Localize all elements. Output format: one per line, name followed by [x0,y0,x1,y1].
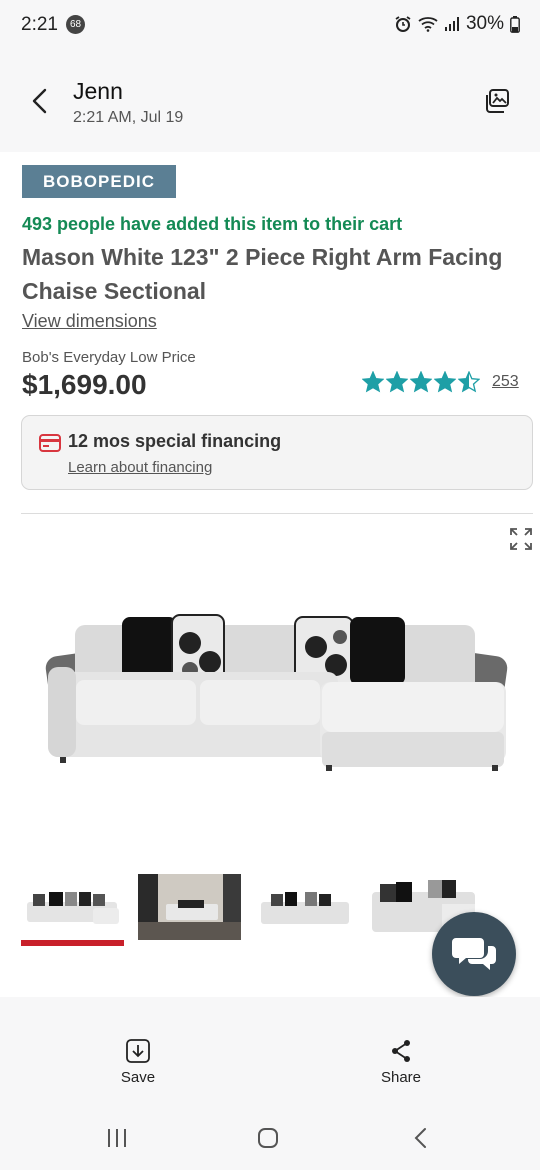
thumbnail-selected-indicator [21,940,124,946]
thumbnail-1[interactable] [21,874,124,940]
divider [21,513,533,514]
thumbnail-2[interactable] [138,874,241,940]
price-label: Bob's Everyday Low Price [22,349,196,366]
star-icon [386,371,408,393]
share-button[interactable]: Share [341,1039,461,1086]
star-icon [362,371,384,393]
review-count-link[interactable]: 253 [492,373,519,391]
brand-logo: BOBOPEDIC [22,165,176,198]
back-arrow-icon[interactable] [26,86,56,116]
view-dimensions-link[interactable]: View dimensions [22,311,157,332]
home-icon[interactable] [257,1127,279,1149]
share-icon [392,1040,410,1062]
chat-bubbles-icon [452,938,496,970]
star-icon [458,371,480,393]
battery-percent: 30% [465,13,504,34]
financing-card[interactable]: 12 mos special financing Learn about fin… [21,415,533,490]
message-timestamp: 2:21 AM, Jul 19 [73,109,184,126]
cart-count-message: 493 people have added this item to their… [22,214,403,234]
save-label: Save [120,1069,156,1086]
message-actions-bar: Save Share [0,997,540,1105]
recent-apps-icon[interactable] [106,1127,128,1149]
product-price: $1,699.00 [22,369,147,400]
share-label: Share [380,1069,422,1086]
chat-button[interactable] [432,912,516,996]
notification-count-badge: 68 [66,15,85,34]
star-icon [434,371,456,393]
expand-icon[interactable] [509,527,533,551]
product-screenshot[interactable]: BOBOPEDIC 493 people have added this ite… [0,152,540,997]
star-icon [410,371,432,393]
product-title: Mason White 123" 2 Piece Right Arm Facin… [22,244,503,304]
system-nav-bar [0,1105,540,1170]
thumbnail-3[interactable] [255,874,358,940]
credit-card-icon [39,434,61,452]
rating-stars [362,371,480,393]
battery-icon [510,15,520,33]
learn-financing-link[interactable]: Learn about financing [68,459,212,476]
product-image-sectional[interactable] [40,607,510,787]
status-icons: 30% [394,13,520,35]
download-icon [126,1039,150,1063]
back-nav-icon[interactable] [410,1127,432,1149]
financing-title: 12 mos special financing [68,431,282,451]
status-time: 2:21 [21,14,58,35]
product-rating[interactable]: 253 [362,371,519,393]
sender-name: Jenn [73,78,123,104]
gallery-icon[interactable] [484,88,510,114]
signal-icon [444,17,459,31]
alarm-icon [395,16,411,32]
message-header: Jenn 2:21 AM, Jul 19 [0,50,540,152]
save-button[interactable]: Save [78,1039,198,1086]
status-bar: 2:21 68 30% [0,0,540,50]
wifi-icon [418,17,438,32]
